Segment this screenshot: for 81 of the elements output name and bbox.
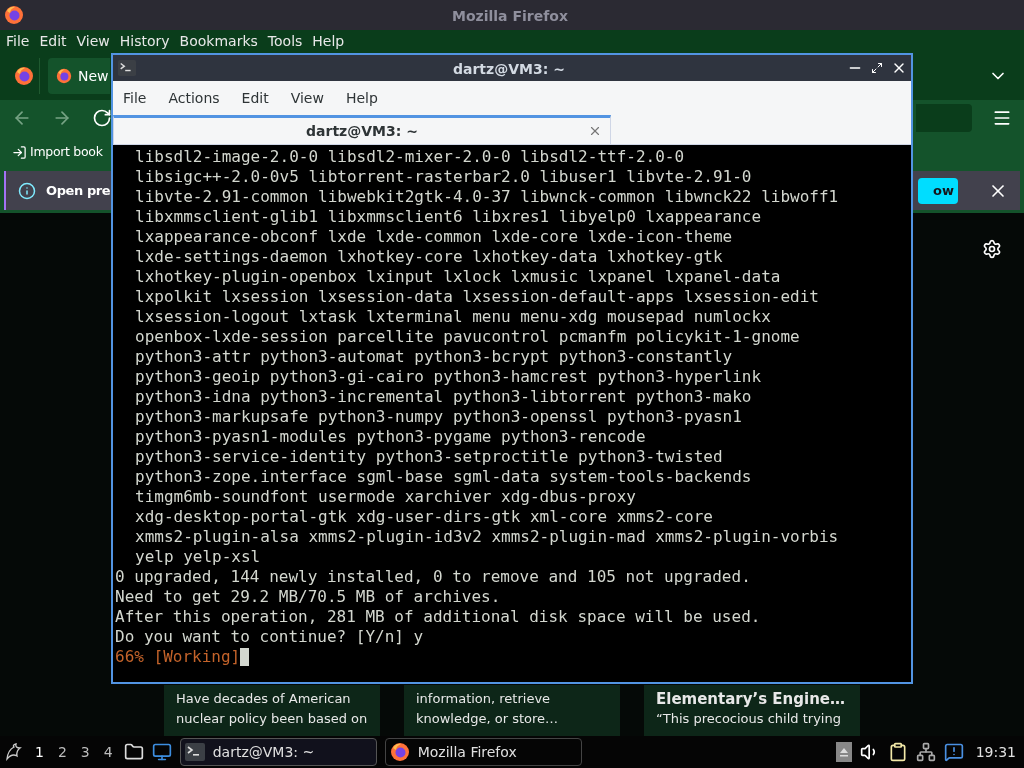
menu-item[interactable]: File bbox=[123, 87, 147, 109]
menu-item[interactable]: Tools bbox=[267, 30, 303, 52]
menu-item[interactable]: Edit bbox=[39, 30, 67, 52]
story-card[interactable]: Have decades of American nuclear policy been based on bbox=[164, 685, 380, 736]
terminal-line: python3-idna python3-incremental python3-libtorrent python3-mako bbox=[134, 387, 752, 407]
menu-item[interactable]: Edit bbox=[241, 87, 269, 109]
menu-item[interactable]: History bbox=[119, 30, 170, 52]
terminal-line: yelp yelp-xsl bbox=[134, 547, 261, 567]
terminal-line: libxmmsclient-glib1 libxmmsclient6 libxres1 libyelp0 lxappearance bbox=[134, 207, 762, 227]
terminal-line: lxappearance-obconf lxde lxde-common lxde-core lxde-icon-theme bbox=[134, 227, 733, 247]
card-text: “This precocious child trying bbox=[656, 710, 841, 728]
browser-tab[interactable]: New bbox=[48, 58, 110, 94]
terminal-line: timgm6mb-soundfont usermode xarchiver xdg-dbus-proxy bbox=[134, 487, 636, 507]
notification-icon[interactable] bbox=[943, 742, 964, 762]
menu-icon[interactable] bbox=[992, 108, 1012, 128]
terminal-line: libsdl2-image-2.0-0 libsdl2-mixer-2.0-0 libsdl2-ttf-2.0-0 bbox=[134, 147, 685, 167]
desktop-switch[interactable]: 3 bbox=[77, 741, 93, 763]
terminal-line: lxsession-logout lxtask lxterminal menu menu-xdg mousepad numlockx bbox=[134, 307, 771, 327]
menu-item[interactable]: View bbox=[76, 30, 110, 52]
menu-item[interactable]: Help bbox=[312, 30, 345, 52]
desktop-switch[interactable]: 4 bbox=[100, 741, 116, 763]
terminal-line: xdg-desktop-portal-gtk xdg-user-dirs-gtk xml-core xmms2-core bbox=[134, 507, 713, 527]
terminal-tab[interactable]: dartz@VM3: ~ bbox=[113, 115, 611, 144]
terminal-line: Need to get 29.2 MB/70.5 MB of archives. bbox=[115, 587, 501, 607]
folder-icon[interactable] bbox=[123, 742, 144, 762]
menu-item[interactable]: Bookmarks bbox=[179, 30, 258, 52]
terminal-line: After this operation, 281 MB of additional disk space will be used. bbox=[115, 607, 761, 627]
terminal-line: lxde-settings-daemon lxhotkey-core lxhotkey-data lxhotkey-gtk bbox=[134, 247, 723, 267]
task-button[interactable]: Mozilla Firefox bbox=[384, 738, 582, 766]
window-title: Mozilla Firefox bbox=[452, 7, 568, 26]
desktop-switch[interactable]: 1 bbox=[32, 741, 47, 763]
firefox-view-icon bbox=[13, 66, 34, 86]
clock[interactable]: 19:31 bbox=[975, 741, 1016, 763]
desktop-icon[interactable] bbox=[151, 742, 172, 762]
bookmark-item[interactable]: Import book bbox=[12, 142, 103, 162]
task-button[interactable]: dartz@VM3: ~ bbox=[179, 738, 377, 766]
story-card[interactable]: Elementary’s Engine… “This precocious child trying bbox=[644, 685, 860, 736]
text-cursor bbox=[240, 648, 250, 666]
card-text: nuclear policy been based on bbox=[176, 710, 368, 728]
card-text: knowledge, or store… bbox=[416, 710, 559, 728]
import-icon bbox=[12, 144, 27, 160]
terminal-icon bbox=[184, 742, 205, 762]
network-icon[interactable] bbox=[915, 742, 936, 762]
desktop-switch[interactable]: 2 bbox=[54, 741, 70, 763]
story-card[interactable]: information, retrieve knowledge, or store… bbox=[404, 685, 620, 736]
terminal-line: python3-zope.interface sgml-base sgml-data system-tools-backends bbox=[134, 467, 752, 487]
terminal-line: openbox-lxde-session parcellite pavucontrol pcmanfm policykit-1-gnome bbox=[134, 327, 800, 347]
terminal-line: lxpolkit lxsession lxsession-data lxsession-default-apps lxsession-edit bbox=[134, 287, 819, 307]
eject-icon[interactable] bbox=[835, 742, 852, 762]
card-text: information, retrieve bbox=[416, 690, 551, 708]
bird-icon[interactable] bbox=[4, 742, 24, 762]
terminal-line: python3-attr python3-automat python3-bcrypt python3-constantly bbox=[134, 347, 733, 367]
terminal-line: python3-markupsafe python3-numpy python3-openssl python3-pyasn1 bbox=[134, 407, 742, 427]
menu-item[interactable]: Help bbox=[345, 87, 378, 109]
terminal-line: Do you want to continue? [Y/n] y bbox=[115, 627, 424, 647]
close-tab-icon[interactable] bbox=[588, 124, 602, 138]
terminal-line: libsigc++-2.0-0v5 libtorrent-rasterbar2.0 libuser1 libvte-2.91-0 bbox=[134, 167, 752, 187]
terminal-line: python3-geoip python3-gi-cairo python3-hamcrest python3-hyperlink bbox=[134, 367, 762, 387]
terminal-line: python3-pyasn1-modules python3-pygame python3-rencode bbox=[134, 427, 646, 447]
terminal-line: lxhotkey-plugin-openbox lxinput lxlock lxmusic lxpanel lxpanel-data bbox=[134, 267, 781, 287]
firefox-icon bbox=[389, 742, 410, 762]
firefox-icon bbox=[4, 5, 24, 25]
card-title: Elementary’s Engine… bbox=[656, 689, 846, 709]
menu-item[interactable]: File bbox=[6, 30, 30, 52]
terminal-line: libvte-2.91-common libwebkit2gtk-4.0-37 libwnck-common libwnck22 libwoff1 bbox=[134, 187, 839, 207]
terminal-line: python3-service-identity python3-setproctitle python3-twisted bbox=[134, 447, 723, 467]
menu-item[interactable]: Actions bbox=[168, 87, 220, 109]
terminal-line: xmms2-plugin-alsa xmms2-plugin-id3v2 xmms2-plugin-mad xmms2-plugin-vorbis bbox=[134, 527, 839, 547]
progress-line: 66% [Working] bbox=[115, 647, 241, 667]
menu-item[interactable]: View bbox=[290, 87, 324, 109]
notification-button[interactable]: ow bbox=[918, 177, 958, 204]
settings-icon[interactable] bbox=[982, 239, 1002, 259]
reload-icon[interactable] bbox=[92, 108, 112, 128]
info-icon bbox=[18, 181, 36, 200]
terminal-line: 0 upgraded, 144 newly installed, 0 to remove and 105 not upgraded. bbox=[115, 567, 751, 587]
notification-text: Open pre bbox=[46, 181, 111, 200]
terminal-icon bbox=[117, 59, 137, 77]
card-text: Have decades of American bbox=[176, 690, 351, 708]
firefox-icon bbox=[56, 68, 72, 84]
maximize-icon[interactable] bbox=[871, 62, 883, 74]
window-title: dartz@VM3: ~ bbox=[453, 60, 565, 79]
